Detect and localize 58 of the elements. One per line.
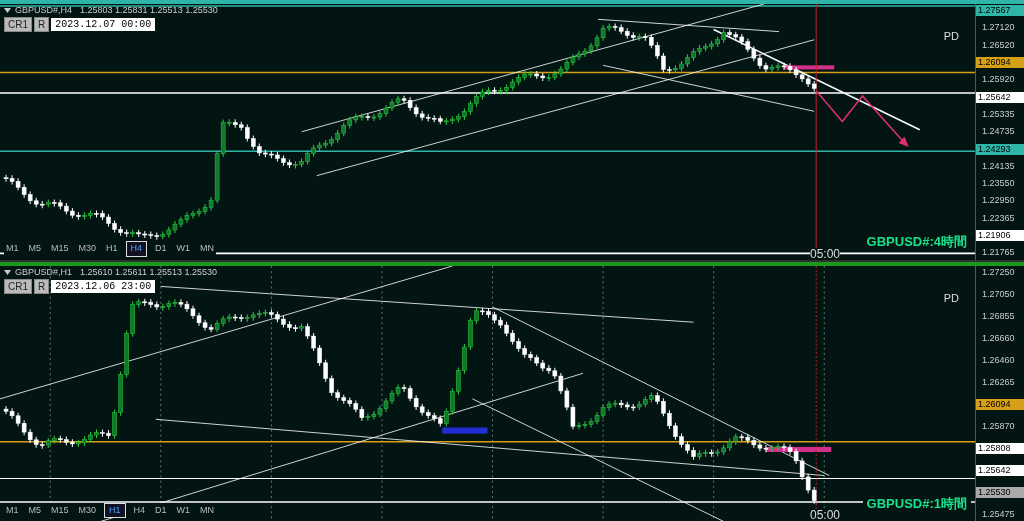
timeframe-button[interactable]: M1 [4, 241, 21, 257]
date-field[interactable]: 2023.12.07 00:00 [51, 18, 156, 31]
chart-tool-button[interactable]: R [34, 278, 50, 294]
timeframe-button[interactable]: M30 [76, 241, 99, 257]
timeframe-button[interactable]: M15 [49, 241, 71, 257]
time-marker: 05:00 [810, 509, 841, 521]
price-tick: 1.24135 [981, 160, 1016, 172]
price-tick: 1.26660 [981, 332, 1016, 344]
price-tick: 1.22365 [981, 212, 1016, 224]
price-tick: 1.21765 [981, 247, 1016, 259]
symbol-label: GBPUSD#,H1 [15, 265, 73, 279]
price-tick: 1.24735 [981, 126, 1016, 138]
quote-values: 1.25610 1.25611 1.25513 1.25530 [80, 265, 217, 279]
indicator-label: PD [943, 290, 959, 306]
price-tick: 1.23550 [981, 178, 1016, 190]
price-tag: 1.27567 [976, 5, 1024, 16]
indicator-label: PD [943, 29, 959, 44]
date-field[interactable]: 2023.12.06 23:00 [51, 279, 156, 293]
price-tick: 1.25475 [981, 508, 1016, 520]
price-tag: 1.24293 [976, 143, 1024, 155]
timeframe-button[interactable]: MN [198, 502, 217, 518]
price-tag: 1.25642 [976, 91, 1024, 103]
timeframe-button[interactable]: D1 [153, 502, 169, 518]
price-tick: 1.25335 [981, 108, 1016, 120]
chart-tool-button[interactable]: R [34, 17, 50, 32]
timeframe-button[interactable]: M30 [76, 502, 99, 518]
timeframe-button[interactable]: H4 [125, 241, 148, 257]
price-tick: 1.25870 [981, 420, 1016, 432]
time-marker: 05:00 [810, 247, 841, 260]
price-tag: 1.25530 [976, 486, 1024, 498]
timeframe-button[interactable]: M5 [26, 502, 44, 518]
timeframe-button[interactable]: D1 [153, 241, 169, 257]
price-tag: 1.26094 [976, 398, 1024, 410]
price-tick: 1.26460 [981, 354, 1016, 366]
price-tag: 1.21906 [976, 230, 1024, 242]
price-tag: 1.25642 [976, 464, 1024, 476]
timeframe-button[interactable]: M5 [26, 241, 44, 257]
timeframe-button[interactable]: W1 [174, 502, 193, 518]
chart-tool-button[interactable]: CR1 [4, 17, 32, 32]
timeframe-button[interactable]: H4 [131, 502, 148, 518]
chart-tool-button[interactable]: CR1 [4, 278, 32, 294]
quote-values: 1.25803 1.25831 1.25513 1.25530 [80, 4, 218, 17]
symbol-label: GBPUSD#,H4 [15, 4, 73, 17]
price-tick: 1.22950 [981, 195, 1016, 207]
price-tick: 1.27120 [981, 22, 1016, 34]
price-tick: 1.25920 [981, 74, 1016, 86]
timeframe-button[interactable]: W1 [174, 241, 193, 257]
timeframe-button[interactable]: M1 [4, 502, 21, 518]
price-tick: 1.26265 [981, 376, 1016, 388]
price-tick: 1.27050 [981, 288, 1016, 300]
price-tick: 1.26520 [981, 39, 1016, 51]
timeframe-button[interactable]: H1 [104, 241, 120, 257]
timeframe-button[interactable]: M15 [49, 502, 71, 518]
price-tag: 1.25808 [976, 442, 1024, 454]
price-tag: 1.26094 [976, 56, 1024, 68]
timeframe-button[interactable]: MN [198, 241, 217, 257]
price-tick: 1.27250 [981, 266, 1016, 278]
price-tick: 1.26855 [981, 310, 1016, 322]
